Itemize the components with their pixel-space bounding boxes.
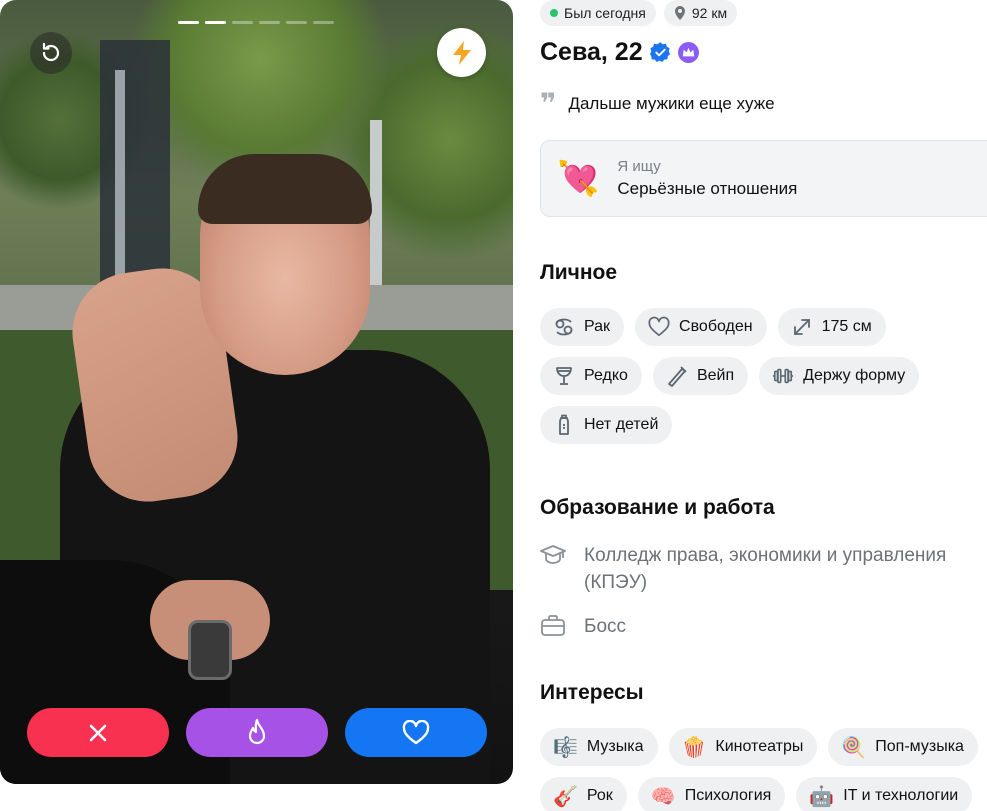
flame-icon — [248, 718, 266, 744]
profile-name-age: Сева, 22 — [540, 38, 643, 66]
status-badges: Был сегодня 92 км — [540, 0, 738, 26]
chip-interest: 🍿 Кинотеатры — [668, 728, 818, 766]
name-row: Сева, 22 — [540, 38, 699, 67]
personal-chips: Рак Свободен 175 см Редко Вейп Держу фор… — [540, 308, 987, 444]
location-pin-icon — [674, 6, 685, 20]
boost-button[interactable] — [437, 28, 486, 77]
online-status-badge: Был сегодня — [540, 0, 656, 26]
music-score-icon: 🎼 — [553, 736, 578, 759]
profile-panel: Был сегодня 92 км Сева, 22 ❞ Дальше мужи… — [540, 0, 987, 811]
chip-interest: 🍭 Поп-музыка — [828, 728, 978, 766]
popcorn-icon: 🍿 — [681, 736, 707, 759]
wine-glass-icon — [553, 365, 575, 387]
personal-section-title: Личное — [540, 261, 618, 284]
chip-smoking: Вейп — [652, 357, 749, 395]
verified-check-icon[interactable] — [649, 42, 671, 63]
baby-bottle-icon — [553, 414, 575, 436]
chip-interest: 🎸 Рок — [540, 777, 627, 811]
chip-relationship: Свободен — [635, 308, 767, 346]
superlike-button[interactable] — [186, 708, 328, 757]
briefcase-icon — [541, 615, 565, 636]
distance-badge: 92 км — [663, 0, 738, 26]
profile-photo[interactable] — [0, 0, 513, 784]
heart-arrow-icon: 💘 — [557, 159, 600, 198]
distance-text: 92 км — [691, 5, 728, 21]
like-button[interactable] — [345, 708, 487, 757]
chip-interest: 🎼 Музыка — [540, 728, 658, 766]
photo-progress-segment[interactable] — [205, 21, 226, 24]
education-school-text: Колледж права, экономики и управления (К… — [584, 545, 947, 593]
bio-quote: ❞ Дальше мужики еще хуже — [540, 88, 775, 119]
close-icon — [89, 724, 107, 741]
heart-icon — [402, 719, 430, 744]
quote-icon: ❞ — [540, 88, 557, 119]
zodiac-cancer-icon — [553, 316, 575, 338]
photo-progress-segment[interactable] — [178, 21, 199, 24]
undo-icon — [42, 42, 60, 62]
lightning-icon — [452, 40, 471, 65]
dumbbell-icon — [772, 365, 794, 387]
looking-for-value: Серьёзные отношения — [617, 179, 798, 198]
premium-crown-icon[interactable] — [677, 42, 699, 63]
graduation-cap-icon — [540, 545, 566, 564]
interests-section-title: Интересы — [540, 681, 644, 704]
education-job-row: Босс — [540, 613, 987, 640]
undo-button[interactable] — [30, 32, 72, 74]
chip-alcohol: Редко — [540, 357, 642, 395]
swipe-actions — [27, 708, 487, 757]
photo-progress-segment[interactable] — [286, 21, 307, 24]
chip-fitness: Держу форму — [759, 357, 920, 395]
guitar-icon: 🎸 — [553, 785, 578, 808]
chip-height: 175 см — [777, 308, 886, 346]
looking-for-card: 💘 Я ищу Серьёзные отношения — [540, 140, 987, 217]
interests-chips: 🎼 Музыка 🍿 Кинотеатры 🍭 Поп-музыка 🎸 Рок… — [540, 728, 987, 811]
photo-progress-segment[interactable] — [232, 21, 253, 24]
robot-icon: 🤖 — [809, 785, 835, 808]
online-dot — [550, 9, 558, 17]
photo-progress-segment[interactable] — [313, 21, 334, 24]
photo-person — [0, 154, 513, 784]
looking-for-label: Я ищу — [617, 158, 661, 175]
bio-text: Дальше мужики еще хуже — [568, 94, 775, 113]
lollipop-icon: 🍭 — [841, 736, 867, 759]
photo-progress-indicator — [178, 21, 334, 24]
brain-icon: 🧠 — [650, 785, 676, 808]
education-school-row: Колледж права, экономики и управления (К… — [540, 542, 987, 596]
vape-icon — [666, 365, 688, 387]
chip-zodiac: Рак — [540, 308, 625, 346]
height-arrows-icon — [791, 316, 813, 338]
photo-progress-segment[interactable] — [259, 21, 280, 24]
chip-interest: 🧠 Психология — [637, 777, 786, 811]
chip-interest: 🤖 IT и технологии — [796, 777, 973, 811]
education-job-text: Босс — [584, 616, 627, 637]
chip-children: Нет детей — [540, 406, 673, 444]
dislike-button[interactable] — [27, 708, 169, 757]
education-section-title: Образование и работа — [540, 496, 775, 519]
online-status-text: Был сегодня — [564, 5, 646, 21]
heart-outline-icon — [648, 316, 670, 338]
